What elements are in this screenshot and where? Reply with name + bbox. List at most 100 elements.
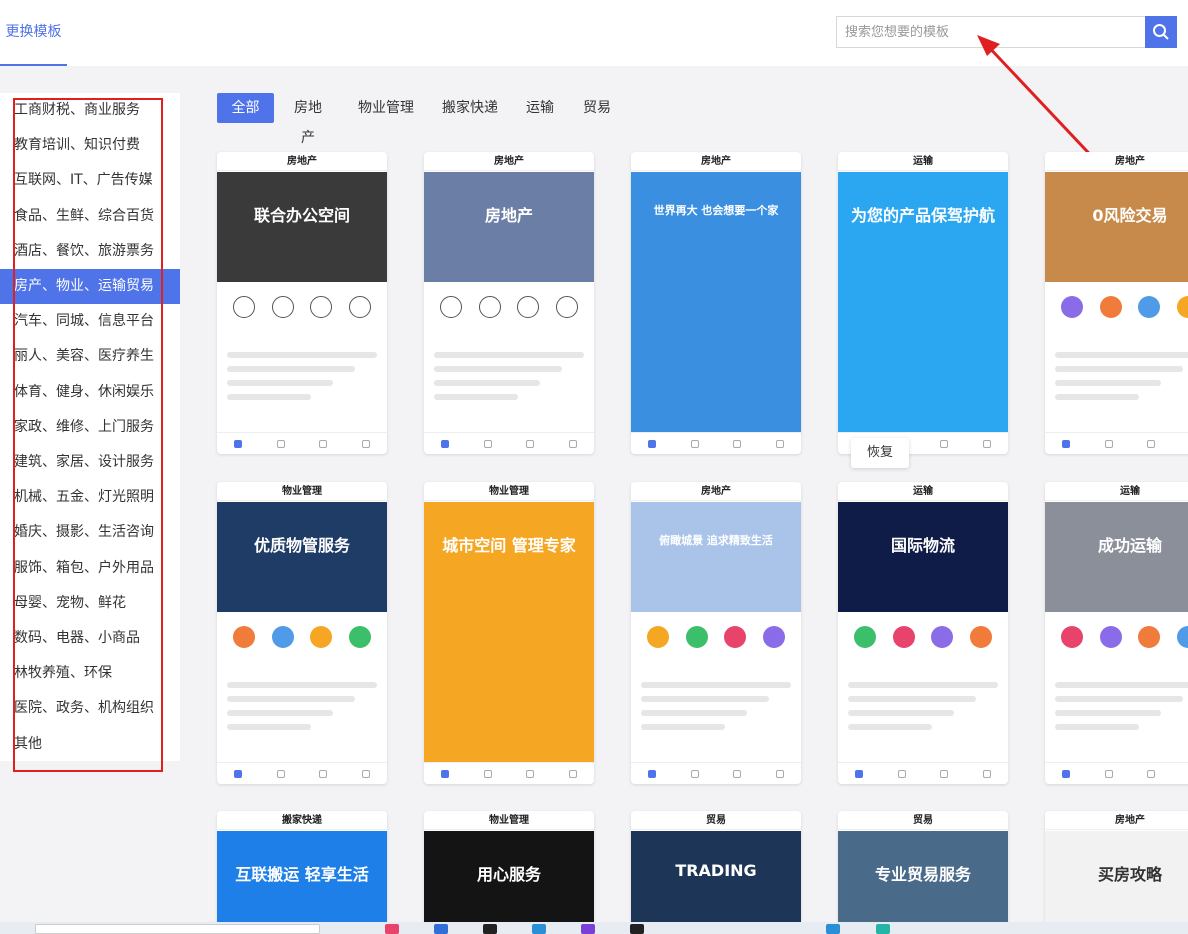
taskbar-app-icon[interactable] <box>630 924 644 934</box>
feature-icon <box>1176 296 1188 318</box>
taskbar-app-icon[interactable] <box>876 924 890 934</box>
restore-tooltip[interactable]: 恢复 <box>851 438 909 468</box>
placeholder-line <box>848 682 998 688</box>
feature-icon <box>892 626 915 648</box>
nav-icon <box>690 769 699 778</box>
taskbar-app-icon[interactable] <box>483 924 497 934</box>
template-card[interactable]: 房地产 俯瞰城景 追求精致生活 <box>631 482 801 784</box>
sidebar-item[interactable]: 汽车、同城、信息平台 <box>0 304 180 339</box>
feature-icon <box>854 626 877 648</box>
nav-icon <box>234 769 243 778</box>
template-card[interactable]: 物业管理 优质物管服务 <box>217 482 387 784</box>
card-headline: 成功运输 <box>1097 536 1162 555</box>
card-headline: 世界再大 也会想要一个家 <box>653 204 779 217</box>
sidebar-item[interactable]: 丽人、美容、医疗养生 <box>0 339 180 374</box>
sidebar-item[interactable]: 婚庆、摄影、生活咨询 <box>0 515 180 550</box>
placeholder-line <box>227 380 333 386</box>
card-bottom-nav <box>217 762 387 784</box>
filter-tab[interactable]: 房地产 <box>288 93 328 146</box>
template-card[interactable]: 运输 成功运输 <box>1045 482 1188 784</box>
template-card[interactable]: 房地产 房地产 <box>424 152 594 454</box>
template-card[interactable]: 房地产 买房攻略 <box>1045 811 1188 931</box>
template-card[interactable]: 物业管理 城市空间 管理专家 <box>424 482 594 784</box>
sidebar-item[interactable]: 家政、维修、上门服务 <box>0 410 180 445</box>
template-card[interactable]: 贸易 专业贸易服务 <box>838 811 1008 931</box>
placeholder-line <box>848 696 976 702</box>
card-icon-row <box>1053 292 1188 322</box>
card-category: 搬家快递 <box>217 811 387 830</box>
sidebar-item[interactable]: 机械、五金、灯光照明 <box>0 480 180 515</box>
sidebar-item[interactable]: 工商财税、商业服务 <box>0 93 180 128</box>
card-banner: 0风险交易 <box>1045 172 1188 282</box>
filter-tab[interactable]: 运输 <box>526 93 554 123</box>
sidebar-item[interactable]: 数码、电器、小商品 <box>0 621 180 656</box>
nav-icon <box>982 769 991 778</box>
feature-icon <box>348 626 371 648</box>
sidebar-item[interactable]: 食品、生鲜、综合百货 <box>0 199 180 234</box>
nav-icon <box>982 439 991 448</box>
card-category: 运输 <box>838 152 1008 171</box>
placeholder-line <box>1055 696 1183 702</box>
nav-icon <box>1062 769 1071 778</box>
nav-icon <box>897 769 906 778</box>
taskbar-app-icon[interactable] <box>581 924 595 934</box>
card-banner: 为您的产品保驾护航 <box>838 172 1008 432</box>
sidebar-item[interactable]: 互联网、IT、广告传媒 <box>0 163 180 198</box>
placeholder-line <box>1055 724 1139 730</box>
sidebar-item[interactable]: 服饰、箱包、户外用品 <box>0 551 180 586</box>
placeholder-line <box>434 352 584 358</box>
taskbar-app-icon[interactable] <box>532 924 546 934</box>
feature-icon <box>724 626 747 648</box>
tab-change-template[interactable]: 更换模板 <box>0 0 67 66</box>
placeholder-line <box>434 394 518 400</box>
feature-icon <box>233 626 256 648</box>
filter-tab[interactable]: 全部 <box>217 93 274 123</box>
nav-icon <box>526 769 535 778</box>
feature-icon <box>440 296 463 318</box>
template-card[interactable]: 房地产 世界再大 也会想要一个家 <box>631 152 801 454</box>
template-card[interactable]: 搬家快递互联搬运 轻享生活 <box>217 811 387 931</box>
taskbar-app-icon[interactable] <box>385 924 399 934</box>
card-category: 物业管理 <box>424 482 594 501</box>
feature-icon <box>1138 626 1161 648</box>
card-headline: 互联搬运 轻享生活 <box>235 865 369 884</box>
card-icon-row <box>432 292 586 322</box>
sidebar-item[interactable]: 林牧养殖、环保 <box>0 656 180 691</box>
sidebar-item[interactable]: 酒店、餐饮、旅游票务 <box>0 234 180 269</box>
sidebar-item[interactable]: 建筑、家居、设计服务 <box>0 445 180 480</box>
category-sidebar: 工商财税、商业服务 教育培训、知识付费 互联网、IT、广告传媒 食品、生鲜、综合百货酒… <box>0 93 180 761</box>
nav-icon <box>1147 769 1156 778</box>
card-bottom-nav <box>217 432 387 454</box>
sidebar-item[interactable]: 医院、政务、机构组织 <box>0 691 180 726</box>
nav-icon <box>1104 439 1113 448</box>
filter-tab[interactable]: 搬家快递 <box>442 93 498 123</box>
nav-icon <box>1147 439 1156 448</box>
template-card[interactable]: 运输 国际物流 <box>838 482 1008 784</box>
taskbar-app-icon[interactable] <box>434 924 448 934</box>
sidebar-item[interactable]: 教育培训、知识付费 <box>0 128 180 163</box>
template-card[interactable]: 贸易 TRADING <box>631 811 801 931</box>
nav-icon <box>361 769 370 778</box>
nav-icon <box>1062 439 1071 448</box>
filter-tab[interactable]: 物业管理 <box>358 93 414 123</box>
card-icon-row <box>225 622 379 652</box>
card-headline: 联合办公空间 <box>253 206 350 225</box>
sidebar-item[interactable]: 母婴、宠物、鲜花 <box>0 586 180 621</box>
card-headline: 房地产 <box>484 206 533 225</box>
placeholder-line <box>227 366 355 372</box>
template-card[interactable]: 物业管理 用心服务 <box>424 811 594 931</box>
template-card[interactable]: 房地产 联合办公空间 <box>217 152 387 454</box>
feature-icon <box>233 296 256 318</box>
taskbar-app-icon[interactable] <box>826 924 840 934</box>
sidebar-item[interactable]: 房产、物业、运输贸易 <box>0 269 180 304</box>
card-headline: 用心服务 <box>476 865 541 884</box>
template-card[interactable]: 房地产 0风险交易 <box>1045 152 1188 454</box>
placeholder-line <box>641 696 769 702</box>
filter-tab[interactable]: 贸易 <box>583 93 611 123</box>
template-card[interactable]: 运输 为您的产品保驾护航 <box>838 152 1008 454</box>
taskbar-window[interactable] <box>35 924 320 934</box>
nav-icon <box>648 439 657 448</box>
sidebar-item[interactable]: 体育、健身、休闲娱乐 <box>0 375 180 410</box>
sidebar-item[interactable]: 其他 <box>0 727 180 762</box>
card-category: 房地产 <box>1045 811 1188 830</box>
